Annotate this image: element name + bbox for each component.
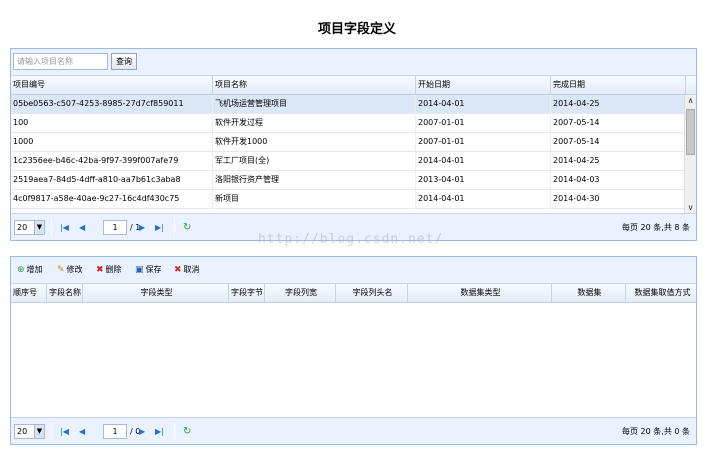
field-toolbar: ⊕ 增加 ✎ 修改 ✖ 删除 ▣ 保存 ✖ 取消: [11, 257, 696, 284]
add-label: 增加: [26, 265, 43, 274]
save-icon: ▣: [135, 265, 144, 275]
cell-project-name: 软件开发1000: [213, 133, 416, 152]
pager-separator: [174, 219, 175, 236]
vertical-scrollbar[interactable]: ∧ ∨: [684, 95, 696, 214]
table-row[interactable]: 05be0563-c507-4253-8985-27d7cf859011 飞机场…: [11, 95, 686, 114]
cell-project-name: 飞机场运营管理项目: [213, 95, 416, 114]
page-title: 项目字段定义: [317, 22, 396, 37]
search-input[interactable]: 请输入项目名称: [13, 53, 108, 70]
column-header-dataset-value-mode[interactable]: 数据集取值方式: [626, 284, 696, 303]
column-header-field-type[interactable]: 字段类型: [83, 284, 229, 303]
cell-project-id: 4c0f9817-a58e-40ae-9c27-16c4df430c75: [11, 190, 213, 209]
edit-label: 修改: [66, 265, 83, 274]
field-grid-pager: 20 ▼ |◀ ◀ 1 / 0 ▶ ▶| ↻ 每页 20 条,共 0 条: [11, 417, 696, 444]
cell-project-id: 1c2356ee-b46c-42ba-9f97-399f007afe79: [11, 152, 213, 171]
prev-page-icon[interactable]: ◀: [79, 221, 85, 234]
scroll-up-icon[interactable]: ∧: [685, 95, 696, 107]
column-header-project-name[interactable]: 项目名称: [213, 76, 416, 95]
column-header-field-caption[interactable]: 字段列头名: [336, 284, 408, 303]
cell-project-name: 新项目: [213, 190, 416, 209]
project-grid-panel: 请输入项目名称 查询 项目编号 项目名称 开始日期 完成日期 05be0563-…: [10, 48, 697, 241]
project-grid-header: 项目编号 项目名称 开始日期 完成日期: [11, 76, 696, 95]
project-grid-body: 05be0563-c507-4253-8985-27d7cf859011 飞机场…: [11, 95, 686, 209]
search-toolbar: 请输入项目名称 查询: [11, 49, 696, 76]
delete-button[interactable]: ✖ 删除: [96, 263, 122, 277]
cell-project-id: 1000: [11, 133, 213, 152]
column-header-field-bytes[interactable]: 字段字节: [229, 284, 265, 303]
column-header-order[interactable]: 顺序号: [11, 284, 47, 303]
field-grid-header: 顺序号 字段名称 字段类型 字段字节 字段列宽 字段列头名 数据集类型 数据集 …: [11, 284, 696, 303]
save-label: 保存: [145, 265, 162, 274]
page-size-select[interactable]: 20 ▼: [14, 220, 45, 235]
page-size-value: 20: [17, 427, 28, 436]
refresh-icon[interactable]: ↻: [183, 220, 191, 235]
table-row[interactable]: 4c0f9817-a58e-40ae-9c27-16c4df430c75 新项目…: [11, 190, 686, 209]
cell-start-date: 2007-01-01: [416, 133, 551, 152]
cell-start-date: 2013-04-01: [416, 171, 551, 190]
cell-end-date: 2014-04-25: [551, 152, 686, 171]
page-size-value: 20: [17, 223, 28, 232]
first-page-icon[interactable]: |◀: [60, 425, 69, 438]
cell-project-id: 100: [11, 114, 213, 133]
first-page-icon[interactable]: |◀: [60, 221, 69, 234]
add-button[interactable]: ⊕ 增加: [17, 263, 43, 277]
watermark-text: http://blog.csdn.net/: [258, 232, 444, 247]
pager-info: 每页 20 条,共 0 条: [622, 427, 690, 436]
page-size-select[interactable]: 20 ▼: [14, 424, 45, 439]
edit-button[interactable]: ✎ 修改: [57, 263, 83, 277]
cell-end-date: 2014-04-03: [551, 171, 686, 190]
cell-start-date: 2007-01-01: [416, 114, 551, 133]
pager-info: 每页 20 条,共 8 条: [622, 223, 690, 232]
cell-project-name: 洛阳银行资产管理: [213, 171, 416, 190]
chevron-down-icon: ▼: [34, 221, 44, 234]
next-page-icon[interactable]: ▶: [139, 221, 145, 234]
refresh-icon[interactable]: ↻: [183, 424, 191, 439]
table-row[interactable]: 100 软件开发过程 2007-01-01 2007-05-14: [11, 114, 686, 133]
pager-separator: [51, 423, 52, 440]
column-header-project-id[interactable]: 项目编号: [11, 76, 213, 95]
edit-icon: ✎: [57, 265, 65, 275]
cell-end-date: 2014-04-30: [551, 190, 686, 209]
column-header-dataset-type[interactable]: 数据集类型: [408, 284, 552, 303]
delete-icon: ✖: [96, 265, 104, 275]
cancel-button[interactable]: ✖ 取消: [174, 263, 200, 277]
search-button[interactable]: 查询: [111, 53, 137, 70]
delete-label: 删除: [105, 265, 122, 274]
cancel-label: 取消: [183, 265, 200, 274]
column-header-end-date[interactable]: 完成日期: [551, 76, 686, 95]
field-grid-panel: ⊕ 增加 ✎ 修改 ✖ 删除 ▣ 保存 ✖ 取消 顺序号 字段名称 字段类型 字段字节 字…: [10, 256, 697, 445]
add-icon: ⊕: [17, 265, 25, 275]
column-header-field-width[interactable]: 字段列宽: [265, 284, 336, 303]
scrollbar-thumb[interactable]: [686, 109, 695, 155]
cell-end-date: 2014-04-25: [551, 95, 686, 114]
cancel-icon: ✖: [174, 265, 182, 275]
last-page-icon[interactable]: ▶|: [155, 425, 164, 438]
cell-project-name: 软件开发过程: [213, 114, 416, 133]
save-button[interactable]: ▣ 保存: [135, 263, 162, 277]
table-row[interactable]: 2519aea7-84d5-4dff-a810-aa7b61c3aba8 洛阳银…: [11, 171, 686, 190]
column-header-dataset[interactable]: 数据集: [552, 284, 626, 303]
table-row[interactable]: 1000 软件开发1000 2007-01-01 2007-05-14: [11, 133, 686, 152]
table-row[interactable]: 1c2356ee-b46c-42ba-9f97-399f007afe79 军工厂…: [11, 152, 686, 171]
cell-project-name: 军工厂项目(全): [213, 152, 416, 171]
cell-start-date: 2014-04-01: [416, 152, 551, 171]
cell-project-id: 05be0563-c507-4253-8985-27d7cf859011: [11, 95, 213, 114]
cell-end-date: 2007-05-14: [551, 133, 686, 152]
column-header-start-date[interactable]: 开始日期: [416, 76, 551, 95]
chevron-down-icon: ▼: [34, 425, 44, 438]
next-page-icon[interactable]: ▶: [139, 425, 145, 438]
cell-project-id: 2519aea7-84d5-4dff-a810-aa7b61c3aba8: [11, 171, 213, 190]
prev-page-icon[interactable]: ◀: [79, 425, 85, 438]
current-page-input[interactable]: 1: [103, 220, 127, 235]
pager-separator: [174, 423, 175, 440]
cell-start-date: 2014-04-01: [416, 190, 551, 209]
column-header-field-name[interactable]: 字段名称: [47, 284, 83, 303]
current-page-input[interactable]: 1: [103, 424, 127, 439]
pager-separator: [51, 219, 52, 236]
cell-end-date: 2007-05-14: [551, 114, 686, 133]
last-page-icon[interactable]: ▶|: [155, 221, 164, 234]
cell-start-date: 2014-04-01: [416, 95, 551, 114]
